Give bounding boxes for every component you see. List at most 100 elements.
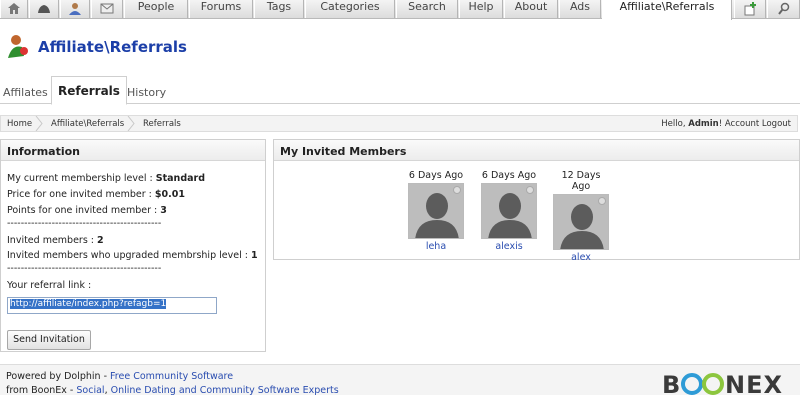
tab-affiliate-referrals[interactable]: Affiliate\Referrals [602, 0, 732, 20]
dating-software-link[interactable]: Online Dating and Community Software Exp… [111, 385, 339, 396]
breadcrumb-separator-icon [127, 116, 135, 131]
label: My current membership level : [7, 173, 153, 184]
value: Standard [155, 173, 206, 184]
tab-label: Help [468, 0, 494, 13]
member-card[interactable]: 6 Days Ago leha [406, 170, 466, 252]
page-header: Affiliate\Referrals [0, 20, 800, 76]
top-nav: People Forums Tags Categories Search Hel… [0, 0, 800, 20]
tab-people[interactable]: People [124, 0, 188, 18]
tab-categories[interactable]: Categories [305, 0, 395, 18]
tab-help[interactable]: Help [459, 0, 503, 18]
powered-by-text: Powered by Dolphin - [6, 371, 111, 382]
tab-add-page[interactable] [734, 0, 766, 18]
label: Points for one invited member : [7, 205, 158, 216]
online-status-icon [598, 197, 606, 205]
invited-members-box: My Invited Members 6 Days Ago leha 6 Day… [273, 139, 800, 263]
username[interactable]: Admin [688, 119, 719, 129]
hello-text: Hello, [661, 119, 686, 129]
user-icon [69, 3, 81, 15]
from-boonex: from BoonEx - Social, Online Dating and … [6, 385, 339, 396]
breadcrumb: Home Affiliate\Referrals Referrals Hello… [0, 115, 798, 132]
tab-search[interactable]: Search [396, 0, 458, 18]
user-greeting: Hello, Admin! Account Logout [661, 119, 791, 129]
svg-text:B: B [662, 371, 681, 397]
separator-text: ! [718, 119, 723, 129]
footer: Powered by Dolphin - Free Community Soft… [0, 364, 800, 397]
breadcrumb-home[interactable]: Home [7, 119, 32, 129]
tab-ads[interactable]: Ads [559, 0, 601, 18]
logout-link[interactable]: Logout [762, 119, 791, 129]
breadcrumb-affiliate[interactable]: Affiliate\Referrals [51, 119, 124, 129]
breadcrumb-separator-icon [35, 116, 43, 131]
joined-ago: 6 Days Ago [481, 170, 537, 181]
search-icon [777, 2, 789, 15]
information-box: Information My current membership level … [0, 139, 266, 352]
powered-by: Powered by Dolphin - Free Community Soft… [6, 371, 233, 382]
online-status-icon [526, 186, 534, 194]
invited-members: Invited members : 2 [7, 235, 104, 246]
social-link[interactable]: Social [76, 385, 104, 396]
subtab-affilates[interactable]: Affilates [3, 81, 48, 104]
tab-profile[interactable] [60, 0, 90, 18]
member-name-link[interactable]: alexis [479, 241, 539, 252]
tab-about[interactable]: About [504, 0, 558, 18]
add-page-icon [744, 2, 756, 16]
divider: ----------------------------------------… [7, 263, 162, 274]
member-card[interactable]: 6 Days Ago alexis [479, 170, 539, 252]
joined-ago: 6 Days Ago [408, 170, 464, 181]
member-name-link[interactable]: alex [551, 252, 611, 263]
divider: ----------------------------------------… [7, 218, 162, 229]
tab-search-icon[interactable] [767, 0, 800, 18]
free-community-software-link[interactable]: Free Community Software [110, 371, 233, 382]
tab-home[interactable] [0, 0, 28, 18]
tab-label: About [514, 0, 548, 13]
referral-link-value: http://affiliate/index.php?refagb=1 [10, 299, 167, 309]
home-icon [8, 3, 20, 14]
upgraded-members: Invited members who upgraded membrship l… [7, 250, 258, 261]
mail-icon [100, 3, 114, 14]
tab-label: Search [408, 0, 446, 13]
subtab-referrals[interactable]: Referrals [51, 76, 127, 105]
invited-members-title: My Invited Members [274, 140, 799, 161]
boonex-logo[interactable]: B NEX [662, 369, 794, 397]
subtab-history[interactable]: History [127, 81, 166, 104]
member-card[interactable]: 12 Days Ago alex [551, 170, 611, 263]
member-name-link[interactable]: leha [406, 241, 466, 252]
tab-tools[interactable] [29, 0, 59, 18]
referral-link-field[interactable]: http://affiliate/index.php?refagb=1 [7, 297, 217, 314]
page-title: Affiliate\Referrals [38, 38, 187, 56]
avatar[interactable] [481, 183, 537, 239]
send-invitation-button[interactable]: Send Invitation [7, 330, 91, 350]
information-title: Information [1, 140, 265, 161]
label: Invited members who upgraded membrship l… [7, 250, 248, 261]
tab-forums[interactable]: Forums [189, 0, 253, 18]
online-status-icon [453, 186, 461, 194]
tab-label: Ads [569, 0, 591, 13]
points-per-member: Points for one invited member : 3 [7, 205, 167, 216]
value: 2 [97, 235, 104, 246]
tools-icon [38, 5, 50, 13]
price-per-member: Price for one invited member : $0.01 [7, 189, 185, 200]
label: Invited members : [7, 235, 95, 246]
tab-label: Tags [266, 0, 292, 13]
avatar[interactable] [553, 194, 609, 250]
breadcrumb-referrals: Referrals [143, 119, 181, 129]
value: 1 [250, 250, 258, 261]
joined-ago: 12 Days Ago [561, 170, 601, 192]
sub-tabs: Affilates Referrals History [0, 76, 800, 105]
referral-link-label: Your referral link : [7, 280, 92, 291]
value: $0.01 [154, 189, 185, 200]
from-boonex-text: from BoonEx - [6, 385, 77, 396]
svg-text:NEX: NEX [725, 371, 783, 397]
referrals-icon [8, 35, 28, 58]
tab-label: Categories [320, 0, 380, 13]
account-link[interactable]: Account [725, 119, 759, 129]
label: Price for one invited member : [7, 189, 152, 200]
tab-label: People [137, 0, 175, 13]
tab-tags[interactable]: Tags [254, 0, 304, 18]
tab-mail[interactable] [91, 0, 123, 18]
tab-label: Affiliate\Referrals [619, 0, 715, 13]
membership-level: My current membership level : Standard [7, 173, 205, 184]
avatar[interactable] [408, 183, 464, 239]
value: 3 [160, 205, 167, 216]
